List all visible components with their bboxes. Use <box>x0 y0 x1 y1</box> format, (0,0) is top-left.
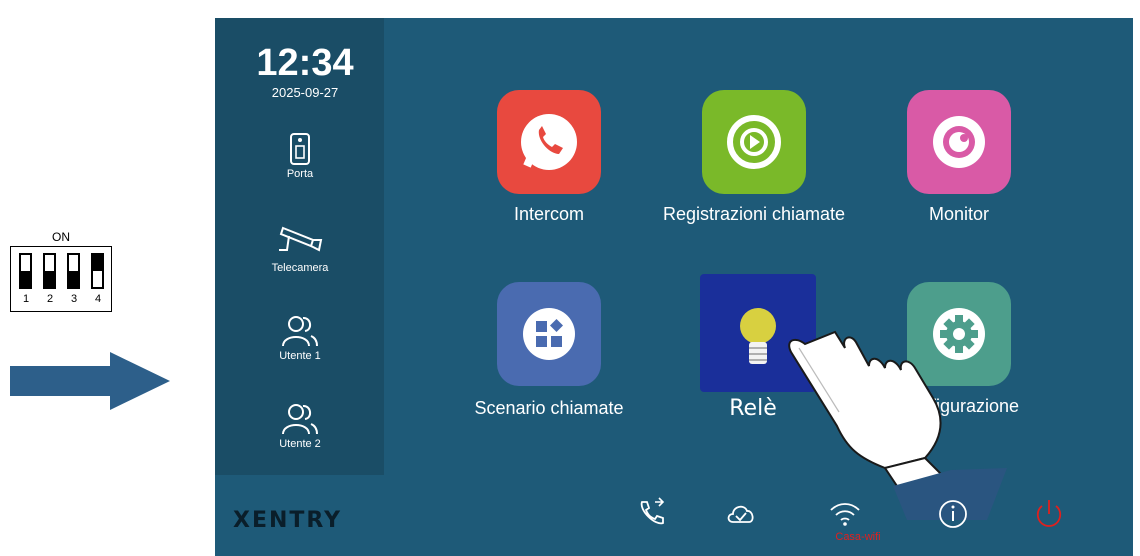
dip-switch-3 <box>67 253 80 289</box>
sidebar-item-label: Utente 1 <box>279 350 321 362</box>
power-icon[interactable] <box>1031 496 1067 532</box>
brand-logo: XENTRY <box>233 508 343 533</box>
pointing-hand-icon <box>788 330 1007 520</box>
dip-switch-1 <box>19 253 32 289</box>
app-label-monitor: Monitor <box>928 204 990 224</box>
app-label-intercom: Intercom <box>513 204 585 224</box>
camera-icon <box>279 226 323 252</box>
eye-icon <box>933 116 985 168</box>
intercom-screen: 12:34 2025-09-27 Porta Telecamera Utente… <box>215 18 1133 556</box>
dip-on-label: ON <box>52 230 70 244</box>
dip-switch: ON 1 2 3 4 <box>10 230 112 312</box>
wifi-network-name: Casa-wifi <box>835 531 881 543</box>
dip-number-4: 4 <box>94 293 102 305</box>
sidebar-item-utente-2[interactable]: Utente 2 <box>240 402 360 450</box>
play-record-icon <box>727 115 781 169</box>
sidebar-item-label: Porta <box>286 168 314 180</box>
right-arrow-icon <box>10 352 170 410</box>
info-icon[interactable] <box>935 496 971 532</box>
dip-switch-2 <box>43 253 56 289</box>
sidebar-item-label: Utente 2 <box>279 438 321 450</box>
wifi-icon[interactable] <box>827 496 863 532</box>
dip-number-3: 3 <box>70 293 78 305</box>
door-icon <box>290 133 310 165</box>
phone-icon <box>521 114 577 170</box>
sidebar-item-porta[interactable]: Porta <box>240 132 360 180</box>
sidebar-item-utente-1[interactable]: Utente 1 <box>240 314 360 362</box>
dip-number-2: 2 <box>46 293 54 305</box>
call-forward-icon[interactable] <box>633 496 669 532</box>
app-intercom[interactable] <box>497 90 601 194</box>
sidebar-item-label: Telecamera <box>271 262 329 274</box>
dip-switch-box: 1 2 3 4 <box>10 246 112 312</box>
users-icon <box>282 404 318 435</box>
cloud-check-icon[interactable] <box>723 496 759 532</box>
dip-number-1: 1 <box>22 293 30 305</box>
app-label-scenario: Scenario chiamate <box>474 398 624 418</box>
dip-switch-4 <box>91 253 104 289</box>
app-label-registrazioni: Registrazioni chiamate <box>662 204 846 224</box>
clock-time: 12:34 <box>256 42 354 84</box>
grid-icon <box>523 308 575 360</box>
app-registrazioni-chiamate[interactable] <box>702 90 806 194</box>
app-scenario-chiamate[interactable] <box>497 282 601 386</box>
clock-date: 2025-09-27 <box>271 85 339 100</box>
sidebar-item-telecamera[interactable]: Telecamera <box>240 224 360 274</box>
app-monitor[interactable] <box>907 90 1011 194</box>
users-icon <box>282 316 318 347</box>
